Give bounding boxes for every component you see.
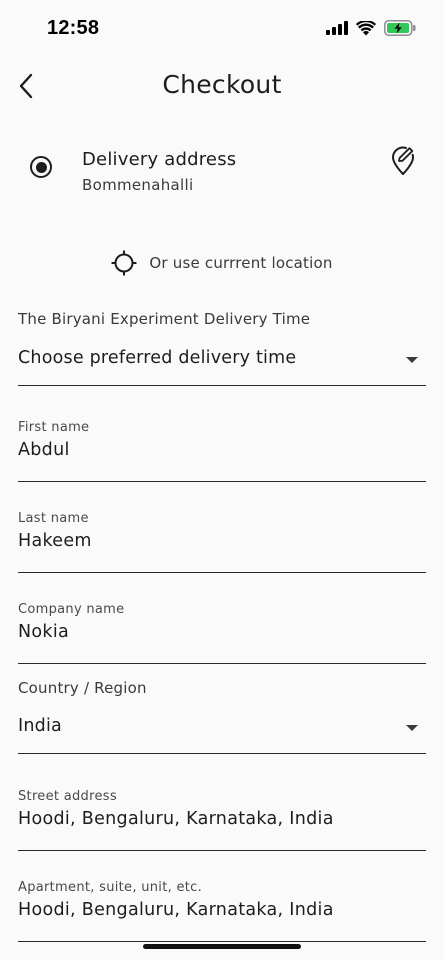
home-indicator <box>143 944 301 949</box>
first-name-field: First name <box>18 420 426 482</box>
status-icons <box>326 20 416 36</box>
app-header: Checkout <box>0 58 444 114</box>
delivery-address-option[interactable]: Delivery address Bommenahalli <box>0 140 444 210</box>
status-bar: 12:58 <box>0 0 444 58</box>
status-time: 12:58 <box>47 17 100 39</box>
cellular-signal-icon <box>326 21 348 35</box>
dropdown-arrow-icon <box>406 725 418 731</box>
country-select[interactable]: India <box>18 708 426 754</box>
battery-charging-icon <box>384 20 416 36</box>
wifi-icon <box>356 20 376 35</box>
delivery-address-subtitle: Bommenahalli <box>82 176 194 194</box>
last-name-field: Last name <box>18 511 426 573</box>
edit-location-icon[interactable] <box>390 146 416 176</box>
country-value: India <box>18 716 62 736</box>
delivery-time-label: The Biryani Experiment Delivery Time <box>18 310 311 328</box>
delivery-time-value: Choose preferred delivery time <box>18 348 297 368</box>
company-name-field: Company name <box>18 602 426 664</box>
street-address-field: Street address <box>18 789 426 851</box>
first-name-input[interactable] <box>18 436 426 464</box>
company-name-input[interactable] <box>18 618 426 646</box>
use-location-label: Or use currrent location <box>149 254 333 272</box>
apartment-label: Apartment, suite, unit, etc. <box>18 880 203 895</box>
page-title: Checkout <box>162 70 282 99</box>
use-current-location-button[interactable]: Or use currrent location <box>0 248 444 278</box>
country-label: Country / Region <box>18 679 147 697</box>
street-address-input[interactable] <box>18 805 426 833</box>
dropdown-arrow-icon <box>406 357 418 363</box>
last-name-label: Last name <box>18 511 89 526</box>
street-address-label: Street address <box>18 789 117 804</box>
delivery-address-title: Delivery address <box>82 149 237 170</box>
address-radio-button[interactable] <box>30 156 52 178</box>
apartment-field: Apartment, suite, unit, etc. <box>18 880 426 942</box>
radio-selected-dot <box>35 161 47 173</box>
delivery-time-select[interactable]: Choose preferred delivery time <box>18 340 426 386</box>
company-name-label: Company name <box>18 602 125 617</box>
first-name-label: First name <box>18 420 90 435</box>
crosshair-icon <box>111 250 137 276</box>
apartment-input[interactable] <box>18 896 426 924</box>
last-name-input[interactable] <box>18 527 426 555</box>
